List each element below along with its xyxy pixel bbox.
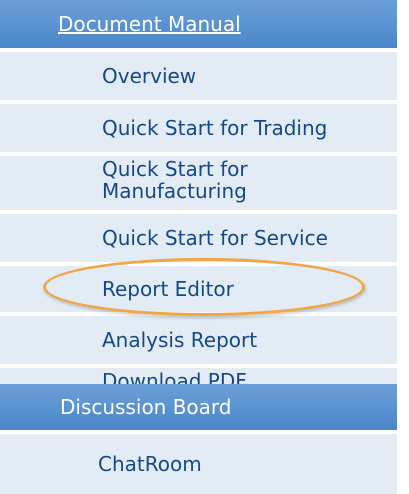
section-discussion-board[interactable]: Discussion Board bbox=[0, 384, 397, 430]
menu-item-label: Quick Start for Trading bbox=[102, 116, 328, 140]
menu-item-chatroom[interactable]: ChatRoom bbox=[0, 434, 397, 494]
menu-item-overview[interactable]: Overview bbox=[0, 52, 397, 100]
side-menu: Document Manual Overview Quick Start for… bbox=[0, 0, 397, 494]
menu-item-analysis-report[interactable]: Analysis Report bbox=[0, 316, 397, 364]
menu-item-label: Analysis Report bbox=[102, 328, 258, 352]
section-document-manual-label: Document Manual bbox=[58, 12, 241, 36]
menu-item-label: Overview bbox=[102, 64, 197, 88]
menu-item-label: Quick Start for Service bbox=[102, 226, 328, 250]
menu-item-label: Quick Start for Manufacturing bbox=[102, 157, 248, 203]
menu-item-quick-start-trading[interactable]: Quick Start for Trading bbox=[0, 104, 397, 152]
menu-item-quick-start-service[interactable]: Quick Start for Service bbox=[0, 214, 397, 262]
section-document-manual[interactable]: Document Manual bbox=[0, 0, 397, 48]
menu-item-label: Report Editor bbox=[102, 277, 234, 301]
menu-item-quick-start-manufacturing[interactable]: Quick Start for Manufacturing bbox=[0, 156, 397, 210]
menu-item-label: ChatRoom bbox=[98, 452, 202, 476]
menu-item-report-editor[interactable]: Report Editor bbox=[0, 266, 397, 312]
section-discussion-board-label: Discussion Board bbox=[60, 395, 232, 419]
